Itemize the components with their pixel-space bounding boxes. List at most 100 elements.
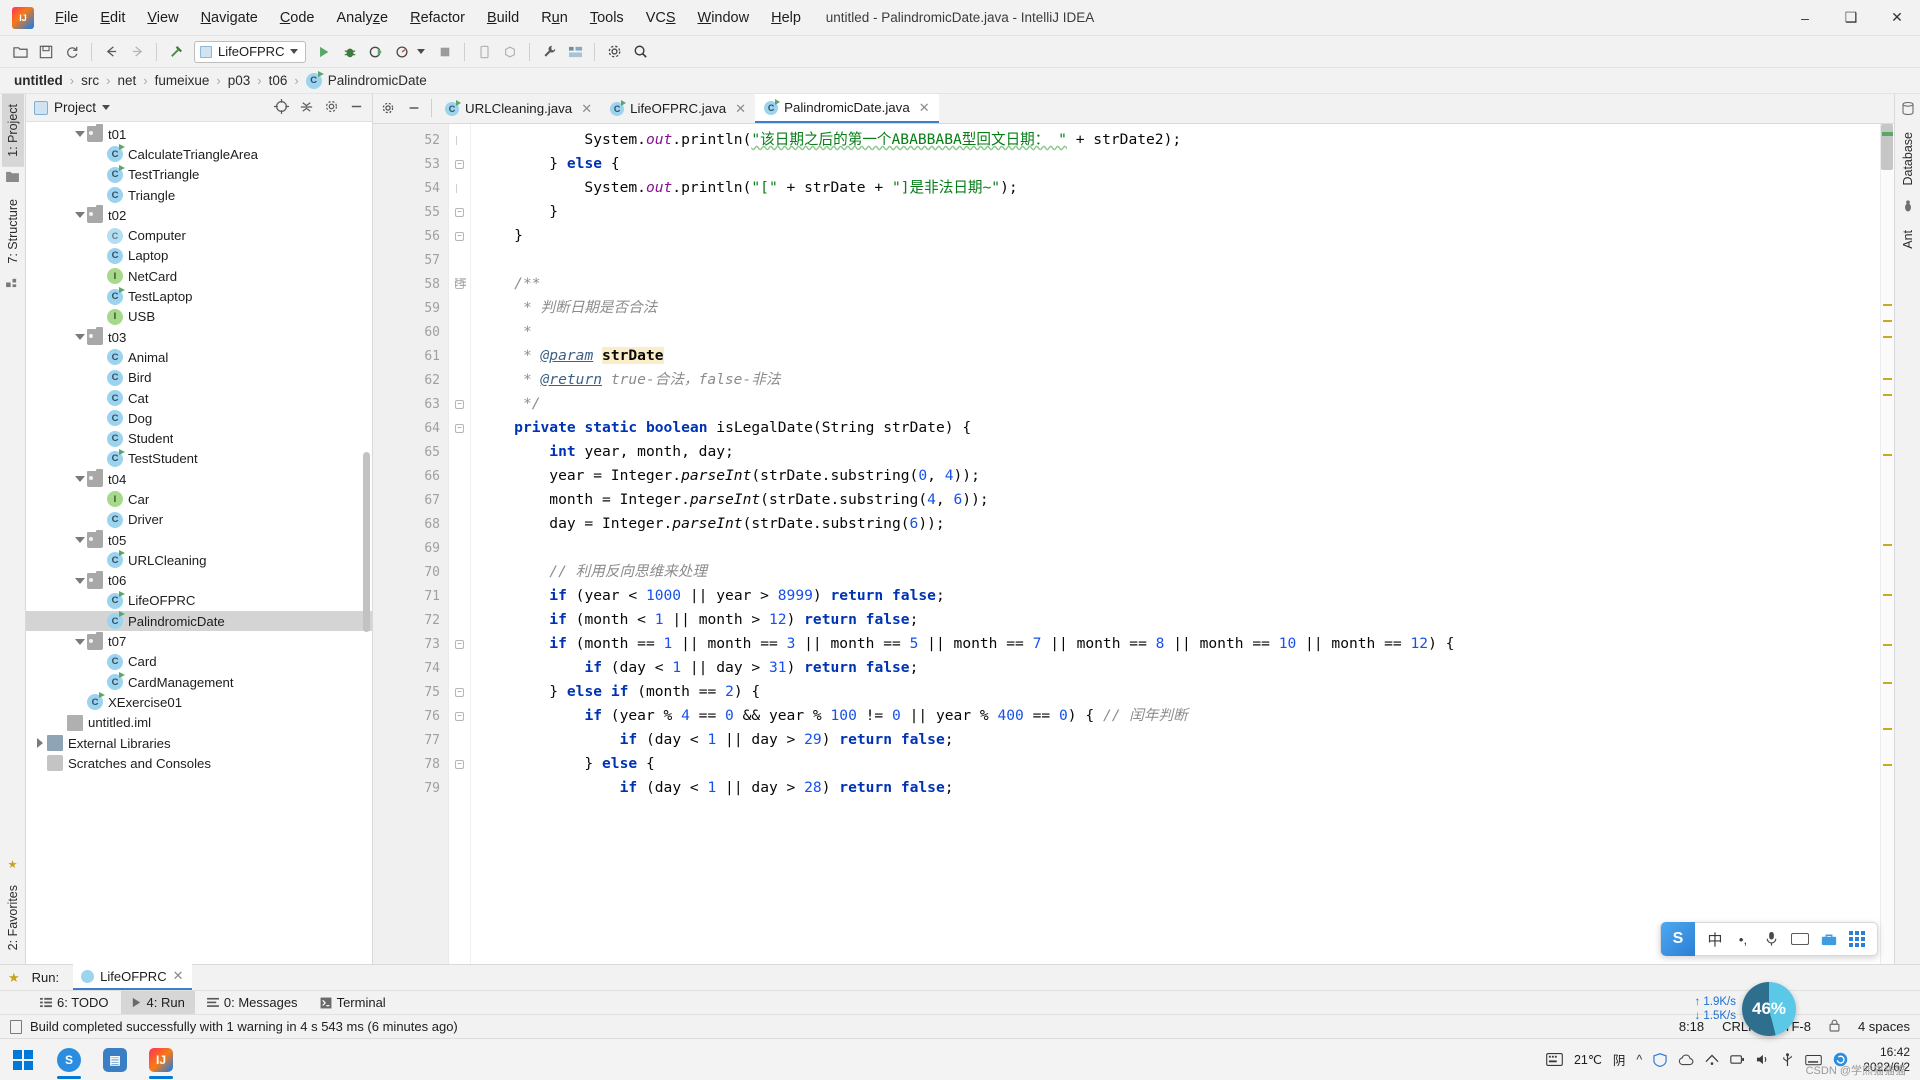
weather-temperature[interactable]: 21℃ bbox=[1574, 1052, 1602, 1067]
line-number[interactable]: 74 bbox=[373, 656, 448, 680]
tree-node[interactable]: t02 bbox=[26, 205, 372, 225]
hide-icon[interactable] bbox=[349, 99, 364, 117]
chevron-up-icon[interactable]: ^ bbox=[1636, 1053, 1642, 1067]
bottom-tab-terminal[interactable]: Terminal bbox=[310, 991, 396, 1015]
fold-collapse-icon[interactable]: − bbox=[455, 399, 464, 409]
line-number[interactable]: 58 bbox=[373, 272, 466, 296]
sidebar-item-database[interactable]: Database bbox=[1897, 122, 1919, 196]
right-tool-rail[interactable]: Database Ant bbox=[1894, 94, 1920, 964]
run-icon[interactable] bbox=[312, 40, 336, 64]
code-line[interactable]: System.out.println("该日期之后的第一个ABABBABA型回文… bbox=[471, 128, 1880, 152]
line-number[interactable]: 54 bbox=[373, 176, 448, 200]
indent-setting[interactable]: 4 spaces bbox=[1858, 1019, 1910, 1034]
menu-file[interactable]: File bbox=[44, 6, 89, 30]
line-number[interactable]: 53 bbox=[373, 152, 448, 176]
run-configuration-selector[interactable]: LifeOFPRC bbox=[194, 40, 307, 63]
tree-node[interactable]: C TestLaptop bbox=[26, 286, 372, 306]
code-line[interactable]: /** bbox=[471, 272, 1880, 296]
line-number[interactable]: 67 bbox=[373, 488, 448, 512]
code-line[interactable]: * bbox=[471, 320, 1880, 344]
breadcrumb-item-fumeixue[interactable]: fumeixue bbox=[155, 73, 210, 88]
code-line[interactable]: if (year < 1000 || year > 8999) return f… bbox=[471, 584, 1880, 608]
line-number[interactable]: 65 bbox=[373, 440, 448, 464]
ime-floating-bar[interactable]: S 中 •, bbox=[1660, 922, 1878, 956]
project-tree-scrollbar[interactable] bbox=[363, 452, 370, 632]
code-line[interactable]: day = Integer.parseInt(strDate.substring… bbox=[471, 512, 1880, 536]
fold-marker-slot[interactable]: − bbox=[449, 680, 470, 704]
line-number[interactable]: 56 bbox=[373, 224, 448, 248]
code-folding-column[interactable]: − − − − − − − − − − bbox=[449, 124, 471, 964]
sogou-logo-icon[interactable]: S bbox=[1661, 922, 1695, 956]
code-line[interactable]: year = Integer.parseInt(strDate.substrin… bbox=[471, 464, 1880, 488]
tree-node[interactable]: C Driver bbox=[26, 510, 372, 530]
tree-node[interactable]: untitled.iml bbox=[26, 713, 372, 733]
code-line[interactable]: if (month == 1 || month == 3 || month ==… bbox=[471, 632, 1880, 656]
fold-marker-slot[interactable] bbox=[449, 176, 470, 200]
bottom-tool-strip[interactable]: 6: TODO 4: Run 0: Messages Terminal bbox=[0, 990, 1920, 1015]
cpu-usage-gauge[interactable]: 46% bbox=[1742, 982, 1796, 1036]
maximize-button[interactable]: ❑ bbox=[1828, 0, 1874, 36]
line-number[interactable]: 73 bbox=[373, 632, 448, 656]
fold-marker-slot[interactable]: − bbox=[449, 152, 470, 176]
keyboard-icon[interactable] bbox=[1791, 933, 1809, 945]
line-number[interactable]: 63 bbox=[373, 392, 448, 416]
tree-node[interactable]: t04 bbox=[26, 469, 372, 489]
tree-node[interactable]: C Laptop bbox=[26, 246, 372, 266]
network-speed-widget[interactable]: ↑ 1.9K/s ↓ 1.5K/s 46% bbox=[1694, 982, 1796, 1036]
build-hammer-icon[interactable] bbox=[164, 40, 188, 64]
tree-node[interactable]: C Animal bbox=[26, 347, 372, 367]
tree-expand-arrow-icon[interactable] bbox=[74, 131, 85, 138]
code-line[interactable]: if (day < 1 || day > 28) return false; bbox=[471, 776, 1880, 800]
menu-analyze[interactable]: Analyze bbox=[326, 6, 400, 30]
line-number[interactable]: 72 bbox=[373, 608, 448, 632]
tree-node[interactable]: t06 bbox=[26, 570, 372, 591]
code-line[interactable] bbox=[471, 248, 1880, 272]
tree-node[interactable]: C Cat bbox=[26, 388, 372, 408]
line-number[interactable]: 61 bbox=[373, 344, 448, 368]
ime-icon[interactable] bbox=[1546, 1053, 1563, 1066]
menu-vcs[interactable]: VCS bbox=[635, 6, 687, 30]
tree-node[interactable]: C LifeOFPRC bbox=[26, 590, 372, 611]
tree-node[interactable]: External Libraries bbox=[26, 733, 372, 753]
tree-node[interactable]: C URLCleaning bbox=[26, 550, 372, 570]
line-number[interactable]: 55 bbox=[373, 200, 448, 224]
menu-code[interactable]: Code bbox=[269, 6, 326, 30]
structure-icon[interactable] bbox=[563, 40, 587, 64]
editor-hide-icon[interactable] bbox=[401, 93, 427, 123]
run-with-coverage-icon[interactable] bbox=[364, 40, 388, 64]
tree-expand-arrow-icon[interactable] bbox=[74, 577, 85, 584]
usb-icon[interactable] bbox=[1781, 1052, 1794, 1067]
volume-icon[interactable] bbox=[1756, 1053, 1770, 1066]
menu-window[interactable]: Window bbox=[687, 6, 761, 30]
line-number[interactable]: 79 bbox=[373, 776, 448, 800]
cloud-icon[interactable] bbox=[1678, 1054, 1694, 1066]
sidebar-item-structure[interactable]: 7: Structure bbox=[2, 189, 24, 274]
fold-marker-slot[interactable]: − bbox=[449, 224, 470, 248]
menu-tools[interactable]: Tools bbox=[579, 6, 635, 30]
code-line[interactable]: if (day < 1 || day > 31) return false; bbox=[471, 656, 1880, 680]
windows-taskbar[interactable]: S ▤ IJ ↑ 1.9K/s ↓ 1.5K/s 46% 21℃ 阴 ^ 16:… bbox=[0, 982, 1920, 1080]
toolbox-icon[interactable] bbox=[1821, 933, 1837, 946]
close-icon[interactable]: ✕ bbox=[173, 968, 184, 984]
editor-tab-bar[interactable]: C URLCleaning.java ✕ C LifeOFPRC.java ✕ … bbox=[373, 94, 1894, 124]
menu-bar[interactable]: File Edit View Navigate Code Analyze Ref… bbox=[44, 6, 812, 30]
menu-view[interactable]: View bbox=[136, 6, 189, 30]
battery-icon[interactable] bbox=[1730, 1053, 1745, 1066]
tree-node[interactable]: C XExercise01 bbox=[26, 692, 372, 712]
line-number[interactable]: 77 bbox=[373, 728, 448, 752]
bottom-tab-run[interactable]: 4: Run bbox=[120, 990, 195, 1015]
bottom-tab-todo[interactable]: 6: TODO bbox=[30, 991, 119, 1015]
fold-collapse-icon[interactable]: − bbox=[455, 231, 464, 241]
tree-node[interactable]: C Student bbox=[26, 428, 372, 448]
code-line[interactable]: if (month < 1 || month > 12) return fals… bbox=[471, 608, 1880, 632]
crosshair-icon[interactable] bbox=[274, 98, 289, 117]
editor-tab-urlcleaning[interactable]: C URLCleaning.java ✕ bbox=[436, 94, 601, 123]
taskbar-app-sogou-browser[interactable]: S bbox=[46, 1039, 92, 1080]
breadcrumb-item-net[interactable]: net bbox=[117, 73, 136, 88]
fold-collapse-icon[interactable]: − bbox=[455, 639, 464, 649]
error-marker-bar[interactable] bbox=[1880, 124, 1894, 964]
tree-node[interactable]: t01 bbox=[26, 124, 372, 144]
line-number[interactable]: 59 bbox=[373, 296, 448, 320]
menu-build[interactable]: Build bbox=[476, 6, 530, 30]
tree-node[interactable]: I USB bbox=[26, 307, 372, 327]
